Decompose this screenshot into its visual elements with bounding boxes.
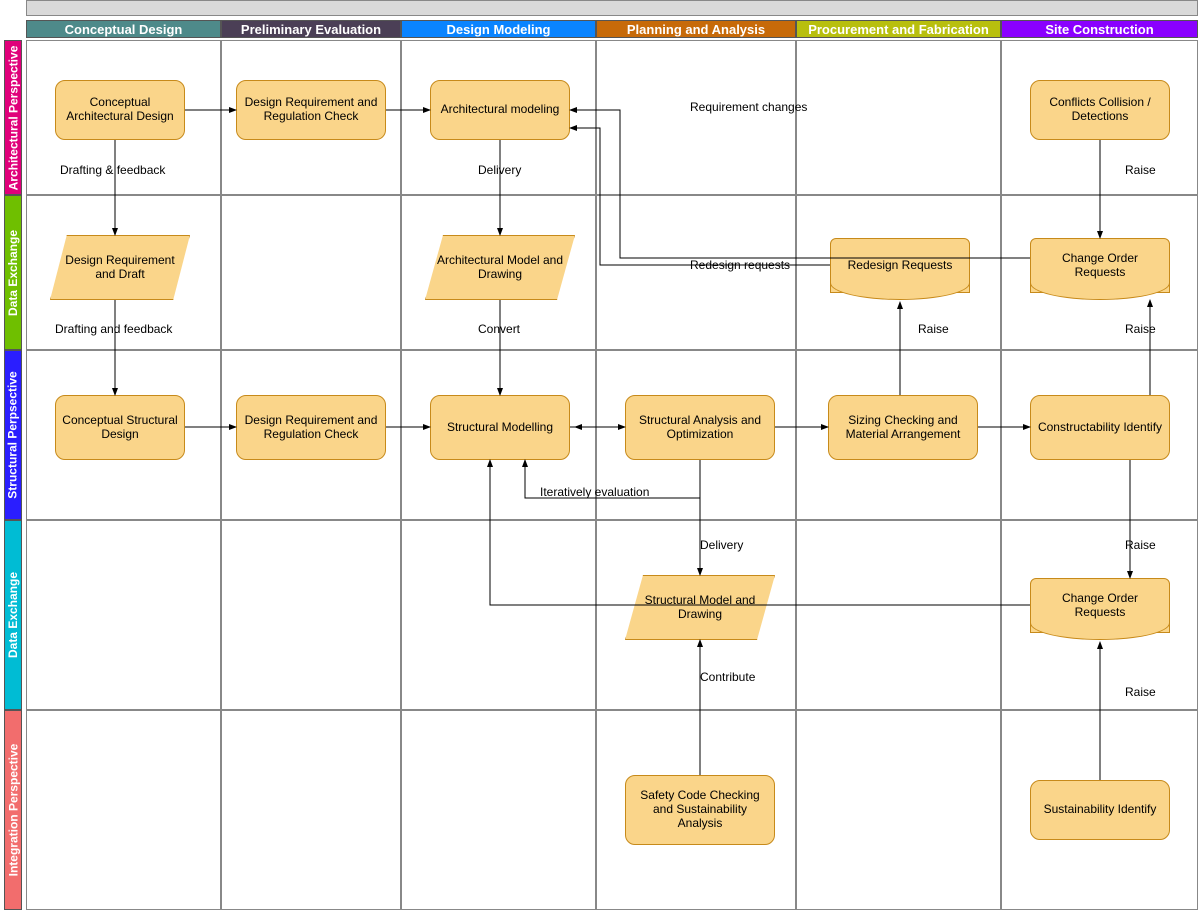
lbl-draft-fb2: Drafting and feedback [55, 322, 172, 336]
row-hdr-struct: Structural Perpsective [4, 350, 22, 520]
grid-cell [401, 520, 596, 710]
row-hdr-integ: Integration Perspective [4, 710, 22, 910]
grid-cell [26, 710, 221, 910]
row-hdr-data2: Data Exchange [4, 520, 22, 710]
lbl-convert: Convert [478, 322, 520, 336]
node-arch-modeling[interactable]: Architectural modeling [430, 80, 570, 140]
node-req-check-struct[interactable]: Design Requirement and Regulation Check [236, 395, 386, 460]
row-hdr-arch-label: Architectural Perspective [6, 45, 20, 190]
col-hdr-prelim: Preliminary Evaluation [221, 20, 401, 38]
row-hdr-data1: Data Exchange [4, 195, 22, 350]
node-struct-modelling[interactable]: Structural Modelling [430, 395, 570, 460]
node-redesign-requests[interactable]: Redesign Requests [830, 238, 970, 293]
grid-cell [26, 520, 221, 710]
grid-cell [596, 40, 796, 195]
node-change-order-a[interactable]: Change Order Requests [1030, 238, 1170, 293]
lbl-raise2: Raise [918, 322, 949, 336]
node-conc-arch[interactable]: Conceptual Architectural Design [55, 80, 185, 140]
row-hdr-arch: Architectural Perspective [4, 40, 22, 195]
node-sizing[interactable]: Sizing Checking and Material Arrangement [828, 395, 978, 460]
col-hdr-conceptual: Conceptual Design [26, 20, 221, 38]
col-hdr-planning: Planning and Analysis [596, 20, 796, 38]
lbl-raise3: Raise [1125, 322, 1156, 336]
node-change-order-b[interactable]: Change Order Requests [1030, 578, 1170, 633]
lbl-iter-eval: Iteratively evaluation [540, 485, 649, 499]
lbl-raise1: Raise [1125, 163, 1156, 177]
lbl-contribute: Contribute [700, 670, 755, 684]
lbl-raise5: Raise [1125, 685, 1156, 699]
grid-cell [221, 710, 401, 910]
col-hdr-modeling: Design Modeling [401, 20, 596, 38]
grid-cell [796, 40, 1001, 195]
node-struct-model-drawing[interactable]: Structural Model and Drawing [625, 575, 775, 640]
node-sustainability[interactable]: Sustainability Identify [1030, 780, 1170, 840]
col-hdr-procure: Procurement and Fabrication [796, 20, 1001, 38]
grid-cell [221, 520, 401, 710]
node-conc-struct[interactable]: Conceptual Structural Design [55, 395, 185, 460]
diagram-stage: Conceptual Design Preliminary Evaluation… [0, 0, 1200, 920]
node-safety[interactable]: Safety Code Checking and Sustainability … [625, 775, 775, 845]
grid-cell [221, 195, 401, 350]
grid-cell [796, 710, 1001, 910]
row-hdr-struct-label: Structural Perpsective [6, 371, 20, 498]
lbl-redesign-req: Redesign requests [690, 258, 790, 272]
lbl-delivery-a: Delivery [478, 163, 521, 177]
row-hdr-integ-label: Integration Perspective [6, 744, 20, 877]
grid-cell [796, 520, 1001, 710]
node-req-check-arch[interactable]: Design Requirement and Regulation Check [236, 80, 386, 140]
lbl-req-changes: Requirement changes [690, 100, 807, 114]
node-conflicts[interactable]: Conflicts Collision / Detections [1030, 80, 1170, 140]
node-arch-model-drawing[interactable]: Architectural Model and Drawing [425, 235, 575, 300]
lbl-raise4: Raise [1125, 538, 1156, 552]
node-struct-analysis[interactable]: Structural Analysis and Optimization [625, 395, 775, 460]
lbl-delivery-b: Delivery [700, 538, 743, 552]
node-design-req-draft[interactable]: Design Requirement and Draft [50, 235, 190, 300]
row-hdr-data1-label: Data Exchange [6, 229, 20, 315]
node-constructability[interactable]: Constructability Identify [1030, 395, 1170, 460]
col-hdr-site: Site Construction [1001, 20, 1198, 38]
grid-cell [401, 710, 596, 910]
top-strip [26, 0, 1198, 16]
grid-cell [596, 195, 796, 350]
lbl-draft-fb: Drafting & feedback [60, 163, 165, 177]
row-hdr-data2-label: Data Exchange [6, 572, 20, 658]
